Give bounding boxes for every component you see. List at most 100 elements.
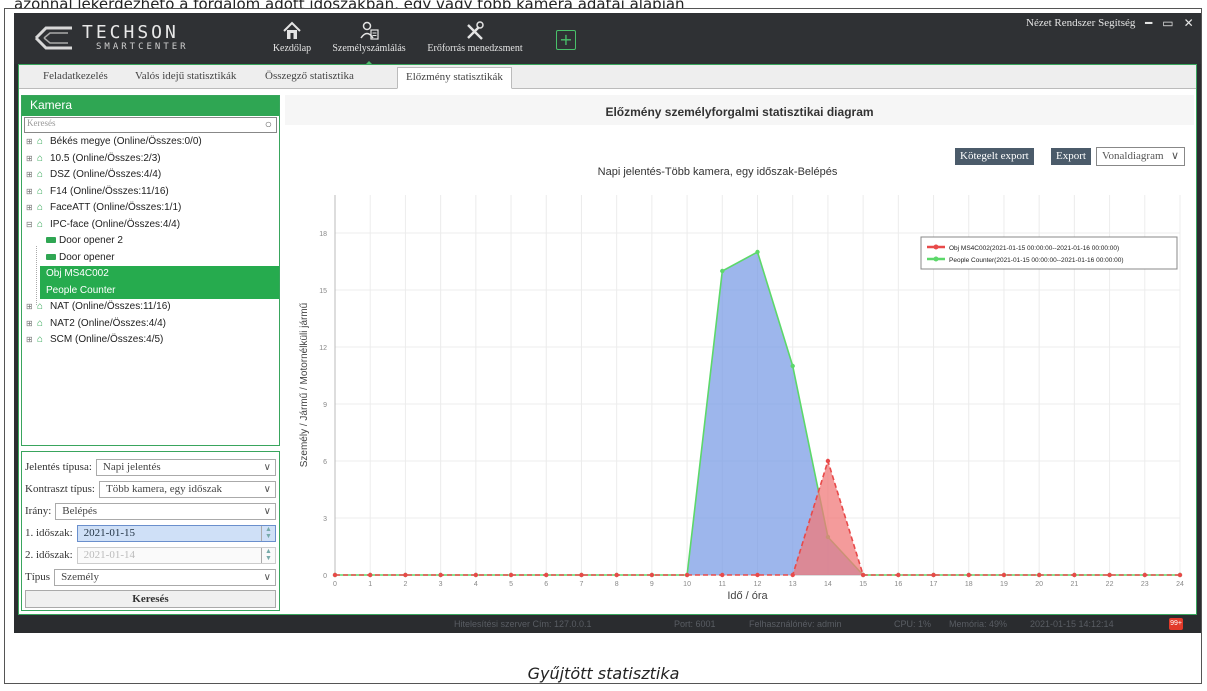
expand-icon[interactable]: ⊞ xyxy=(26,151,34,168)
nav-people-count-button[interactable]: Személyszámlálás xyxy=(326,19,412,67)
search-button[interactable]: Keresés xyxy=(25,590,276,608)
data-point xyxy=(508,572,514,578)
data-point xyxy=(755,249,760,255)
group-home-icon: ⌂ xyxy=(37,202,44,213)
menu-system[interactable]: Rendszer xyxy=(1054,17,1095,29)
group-home-icon: ⌂ xyxy=(37,317,44,329)
x-tick-label: 19 xyxy=(1000,581,1008,588)
expand-icon[interactable]: ⊞ xyxy=(26,184,34,201)
expand-icon[interactable]: ⊞ xyxy=(26,332,34,349)
nav-home-button[interactable]: Kezdőlap xyxy=(272,19,312,61)
chevron-down-icon: ∨ xyxy=(263,483,271,495)
period1-date-input[interactable]: 2021-01-15 ▲ ▼ xyxy=(76,524,276,542)
home-icon xyxy=(283,21,301,39)
nav-people-count-label: Személyszámlálás xyxy=(332,43,406,54)
logo: TECHSON SMARTCENTER xyxy=(32,21,242,55)
camera-panel: Kamera Keresés ○ ⊞ ⌂ Békés megye (Online/Ö… xyxy=(21,95,280,446)
close-icon[interactable]: ✕ xyxy=(1184,16,1194,30)
tree-group[interactable]: ⊞ ⌂ SCM (Online/Összes:4/5) xyxy=(22,332,279,349)
tree-camera[interactable]: Door opener 2 xyxy=(22,233,279,250)
x-tick-label: 22 xyxy=(1106,581,1114,588)
tree-camera-label: Door opener 2 xyxy=(59,235,123,246)
tab-summary-stats[interactable]: Összegző statisztika xyxy=(265,70,354,82)
tree-camera-selected[interactable]: Obj MS4C002 xyxy=(40,266,279,283)
menu-view[interactable]: Nézet xyxy=(1026,17,1052,29)
menu-help[interactable]: Segítség xyxy=(1098,17,1135,29)
nav-resource-label: Erőforrás menedzsment xyxy=(427,43,523,54)
x-tick-label: 16 xyxy=(894,581,902,588)
x-tick-label: 11 xyxy=(719,581,726,588)
x-tick-label: 5 xyxy=(509,581,513,588)
direction-select[interactable]: Belépés ∨ xyxy=(55,502,276,520)
tree-group[interactable]: ⊞ ⌂ F14 (Online/Összes:11/16) xyxy=(22,184,279,201)
tab-history-stats[interactable]: Előzmény statisztikák xyxy=(397,67,512,89)
report-type-select[interactable]: Napi jelentés ∨ xyxy=(95,458,276,476)
x-tick-label: 10 xyxy=(683,581,691,588)
type-value: Személy xyxy=(61,570,99,583)
tree-group-label: F14 (Online/Összes:11/16) xyxy=(50,185,169,197)
camera-search-input[interactable]: Keresés ○ xyxy=(24,117,277,133)
collapse-icon[interactable]: ⊟ xyxy=(26,217,34,234)
data-point xyxy=(1142,572,1147,578)
maximize-icon[interactable]: ▭ xyxy=(1162,16,1173,30)
status-memory: Memória: 49% xyxy=(949,619,1008,629)
legend-label: People Counter(2021-01-15 00:00:00--2021… xyxy=(949,257,1124,264)
period1-row: 1. időszak: 2021-01-15 ▲ ▼ xyxy=(25,522,276,544)
data-point xyxy=(403,572,408,578)
tree-group[interactable]: ⊞ ⌂ 10.5 (Online/Összes:2/3) xyxy=(22,151,279,168)
chevron-down-icon: ∨ xyxy=(263,461,271,473)
period2-date-input[interactable]: 2021-01-14 ▲ ▼ xyxy=(76,546,276,564)
history-chart: 0 1 2 3 4 5 6 7 8 9 10 11 12 13 14 15 16 17 18 19 20 21 22 23 24… xyxy=(299,166,1184,602)
data-point xyxy=(684,572,690,578)
tree-group[interactable]: ⊞ ⌂ NAT2 (Online/Összes:4/4) xyxy=(22,316,279,333)
search-icon[interactable]: ○ xyxy=(265,117,272,132)
tree-camera[interactable]: Door opener xyxy=(22,250,279,267)
data-point xyxy=(649,572,655,578)
date-spinner-icon[interactable]: ▲ ▼ xyxy=(261,525,275,541)
minimize-icon[interactable]: ━ xyxy=(1145,16,1152,30)
x-tick-label: 18 xyxy=(965,581,973,588)
tab-task-management[interactable]: Feladatkezelés xyxy=(43,70,108,82)
camera-panel-header[interactable]: Kamera xyxy=(22,96,279,116)
tab-bar: Feladatkezelés Valós idejű statisztikák … xyxy=(19,65,1196,89)
tree-group-label: NAT2 (Online/Összes:4/4) xyxy=(50,317,166,329)
status-server: Hitelesítési szerver Cím: 127.0.0.1 xyxy=(454,619,592,629)
expand-icon[interactable]: ⊞ xyxy=(26,200,34,217)
expand-icon[interactable]: ⊞ xyxy=(26,167,34,184)
y-axis-label: Személy / Jármű / Motornélküli jármű xyxy=(299,302,310,467)
chart-panel: Előzmény személyforgalmi statisztikai di… xyxy=(285,95,1194,613)
contrast-type-select[interactable]: Több kamera, egy időszak ∨ xyxy=(98,480,276,498)
data-point xyxy=(720,268,725,274)
type-row: Típus Személy ∨ xyxy=(25,566,276,588)
direction-row: Irány: Belépés ∨ xyxy=(25,500,276,522)
data-point xyxy=(825,458,831,464)
add-tab-button[interactable]: + xyxy=(556,30,576,50)
data-point xyxy=(896,572,901,578)
group-home-icon: ⌂ xyxy=(37,152,44,164)
tree-camera-label: People Counter xyxy=(46,284,116,296)
tree-group-label: SCM (Online/Összes:4/5) xyxy=(50,334,164,345)
period2-value: 2021-01-14 xyxy=(83,548,135,561)
tree-connector xyxy=(36,246,37,305)
tree-group-label: Békés megye (Online/Összes:0/0) xyxy=(50,136,202,147)
tree-camera-selected[interactable]: People Counter xyxy=(40,282,279,299)
legend-box xyxy=(920,236,1178,270)
tree-group[interactable]: ⊞ ⌂ Békés megye (Online/Összes:0/0) xyxy=(22,134,279,151)
expand-icon[interactable]: ⊞ xyxy=(26,134,34,151)
report-type-value: Napi jelentés xyxy=(102,460,161,473)
tab-realtime-stats[interactable]: Valós idejű statisztikák xyxy=(135,70,236,82)
nav-resource-button[interactable]: Erőforrás menedzsment xyxy=(412,19,538,61)
type-select[interactable]: Személy ∨ xyxy=(54,568,276,586)
expand-icon[interactable]: ⊞ xyxy=(26,299,34,316)
tree-group[interactable]: ⊞ ⌂ DSZ (Online/Összes:4/4) xyxy=(22,167,279,184)
tree-group[interactable]: ⊞ ⌂ FaceATT (Online/Összes:1/1) xyxy=(22,200,279,217)
period2-row: 2. időszak: 2021-01-14 ▲ ▼ xyxy=(25,544,276,566)
tree-group[interactable]: ⊟ ⌂ IPC-face (Online/Összes:4/4) xyxy=(22,217,279,234)
notification-badge[interactable]: 99+ xyxy=(1169,618,1183,630)
date-spinner-icon[interactable]: ▲ ▼ xyxy=(261,547,275,563)
x-tick-label: 0 xyxy=(333,581,337,588)
x-tick-label: 1 xyxy=(368,581,372,588)
tree-group[interactable]: ⊞ ⌂ NAT (Online/Összes:11/16) xyxy=(22,299,279,316)
data-point xyxy=(1036,572,1042,578)
expand-icon[interactable]: ⊞ xyxy=(26,316,34,333)
